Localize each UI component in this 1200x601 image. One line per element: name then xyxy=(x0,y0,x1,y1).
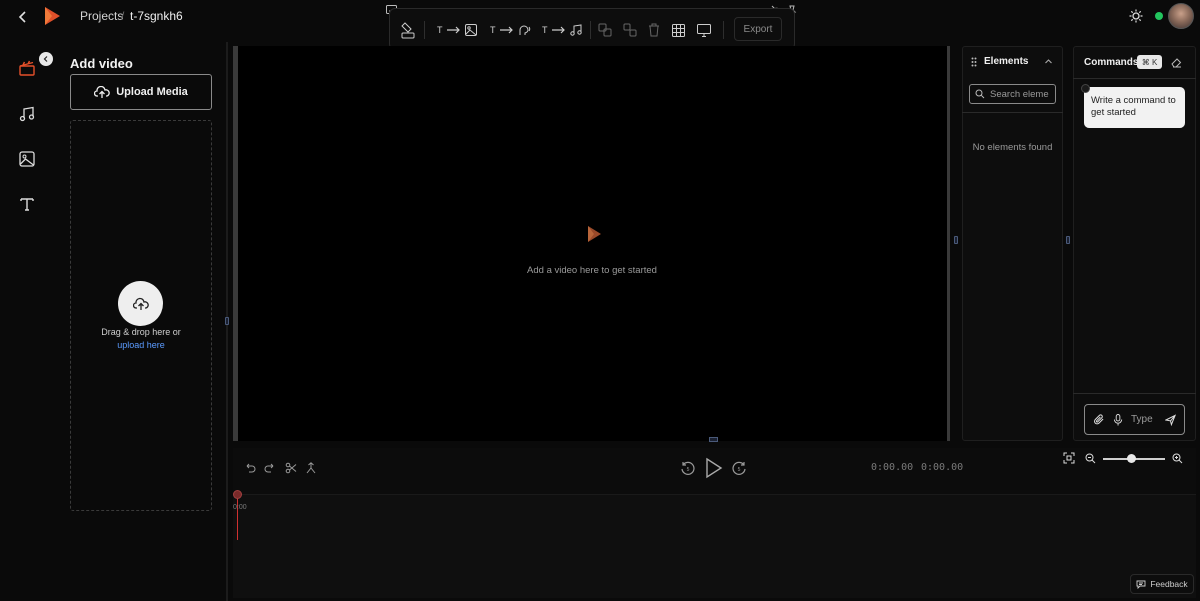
scissors-icon[interactable] xyxy=(285,462,297,474)
welcome-message: Write a command to get started xyxy=(1084,87,1185,128)
arrow-right-icon xyxy=(446,26,460,34)
svg-text:5: 5 xyxy=(687,467,690,473)
upload-circle-button[interactable] xyxy=(118,281,163,326)
rewind-icon[interactable]: 5 xyxy=(680,460,696,476)
elements-empty-text: No elements found xyxy=(972,142,1053,153)
text-icon[interactable] xyxy=(19,196,37,214)
grip-icon[interactable] xyxy=(971,57,977,67)
preview-empty-text: Add a video here to get started xyxy=(527,265,657,276)
toolbar-divider xyxy=(590,21,591,39)
eraser-icon[interactable] xyxy=(1171,57,1182,68)
mic-icon xyxy=(1113,413,1123,425)
ruler-tick: 0:00 xyxy=(233,504,247,511)
divider xyxy=(1073,78,1196,79)
search-icon xyxy=(975,89,985,99)
fit-icon[interactable] xyxy=(1063,452,1075,464)
ungroup-icon[interactable] xyxy=(623,20,637,40)
drop-instructions: Drag & drop here or upload here xyxy=(70,326,212,352)
toolbar-divider xyxy=(723,21,724,39)
upload-icon xyxy=(132,297,149,310)
brush-icon[interactable] xyxy=(400,20,416,40)
playhead[interactable] xyxy=(237,492,238,540)
element-search[interactable] xyxy=(969,84,1056,104)
grid-icon[interactable] xyxy=(672,20,685,40)
text-to-music-t: T xyxy=(542,25,548,35)
chevron-left-icon xyxy=(43,56,48,62)
resize-handle[interactable] xyxy=(954,236,958,244)
total-time: 0:00.00 xyxy=(921,462,964,473)
breadcrumb-separator: / xyxy=(121,9,125,23)
zoom-out-icon[interactable] xyxy=(1085,453,1096,464)
collapse-panel-button[interactable] xyxy=(39,52,53,66)
breadcrumb-projects[interactable]: Projects xyxy=(80,9,123,23)
chat-icon xyxy=(1136,580,1146,589)
app-logo[interactable] xyxy=(42,5,62,27)
commands-title: Commands xyxy=(1084,57,1139,68)
zoom-slider-knob[interactable] xyxy=(1126,454,1136,463)
resize-handle[interactable] xyxy=(1066,236,1070,244)
chevron-up-icon[interactable] xyxy=(1044,57,1053,66)
upload-icon xyxy=(94,85,111,98)
app-logo xyxy=(586,225,602,243)
command-text-field[interactable] xyxy=(1131,414,1157,425)
divider xyxy=(1073,393,1196,394)
text-to-music-button[interactable]: T xyxy=(542,20,582,40)
text-to-speech-t: T xyxy=(490,25,496,35)
back-icon[interactable] xyxy=(14,8,32,26)
toolbar: T T T Export xyxy=(389,8,795,50)
redo-icon[interactable] xyxy=(264,462,276,474)
feedback-button[interactable]: Feedback xyxy=(1130,574,1194,594)
image-icon xyxy=(464,24,477,36)
trash-icon[interactable] xyxy=(648,20,660,40)
assistant-avatar xyxy=(1081,84,1090,93)
play-icon[interactable] xyxy=(705,457,723,479)
arrow-right-icon xyxy=(499,26,513,34)
upload-media-label: Upload Media xyxy=(116,86,188,98)
text-to-image-button[interactable]: T xyxy=(437,20,477,40)
paperclip-icon xyxy=(1094,414,1104,425)
divider xyxy=(962,112,1063,113)
online-status-dot xyxy=(1155,12,1163,20)
image-icon[interactable] xyxy=(19,151,37,169)
text-to-speech-button[interactable]: T xyxy=(490,20,531,40)
resize-handle[interactable] xyxy=(225,317,229,325)
send-icon xyxy=(1165,413,1176,426)
shortcut-badge: ⌘ K xyxy=(1137,55,1162,69)
avatar[interactable] xyxy=(1168,3,1194,29)
timeline-track[interactable] xyxy=(233,494,1196,598)
group-icon[interactable] xyxy=(598,20,612,40)
text-to-image-t: T xyxy=(437,25,443,35)
video-preview[interactable] xyxy=(233,46,950,441)
resize-handle[interactable] xyxy=(709,437,718,442)
arrow-right-icon xyxy=(551,26,565,34)
split-icon[interactable] xyxy=(305,462,317,474)
current-time: 0:00.00 xyxy=(871,462,914,473)
command-input[interactable] xyxy=(1084,404,1185,435)
export-button[interactable]: Export xyxy=(734,17,782,41)
svg-text:5: 5 xyxy=(738,467,741,473)
elements-panel xyxy=(962,46,1063,441)
music-icon xyxy=(569,24,582,36)
clapper-icon[interactable] xyxy=(19,60,37,78)
upload-media-button[interactable]: Upload Media xyxy=(70,74,212,110)
forward-icon[interactable]: 5 xyxy=(731,460,747,476)
speech-icon xyxy=(519,25,530,35)
panel-title: Add video xyxy=(70,56,133,71)
elements-title: Elements xyxy=(984,56,1029,67)
zoom-in-icon[interactable] xyxy=(1172,453,1183,464)
toolbar-divider xyxy=(424,21,425,39)
upload-link[interactable]: upload here xyxy=(70,339,212,352)
search-input[interactable] xyxy=(990,88,1054,100)
drop-text: Drag & drop here or xyxy=(101,327,181,337)
undo-icon[interactable] xyxy=(244,462,256,474)
feedback-label: Feedback xyxy=(1150,579,1188,589)
sun-icon[interactable] xyxy=(1129,9,1143,23)
playhead-handle[interactable] xyxy=(233,490,242,499)
monitor-icon[interactable] xyxy=(697,20,711,40)
breadcrumb-current: t-7sgnkh6 xyxy=(130,9,183,23)
music-note-icon[interactable] xyxy=(19,106,37,124)
